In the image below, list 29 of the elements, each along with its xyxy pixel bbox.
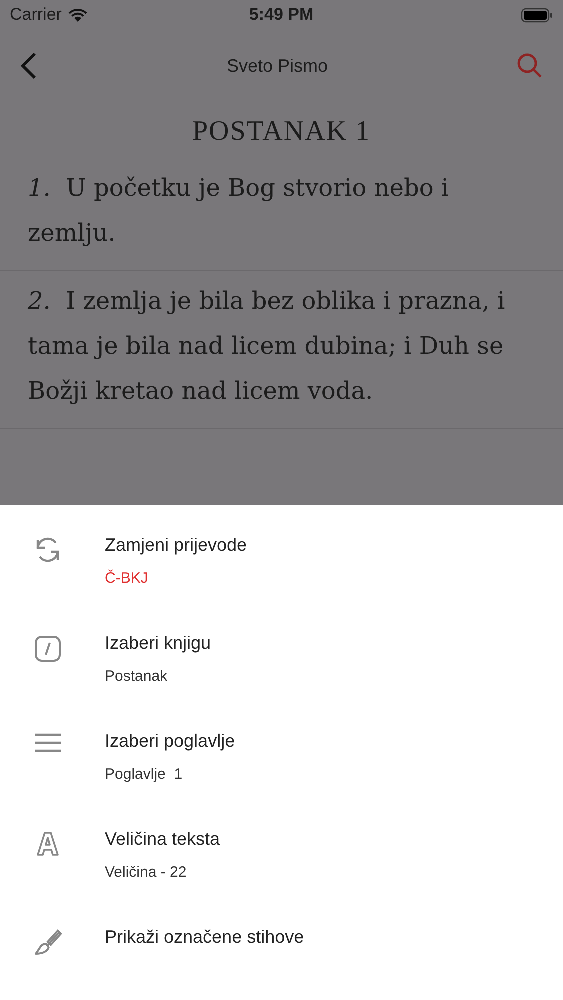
menu-item-title: Izaberi knjigu — [105, 633, 212, 654]
menu-lines-icon — [34, 733, 62, 753]
menu-item[interactable]: Veličina teksta Veličina - 22 — [0, 829, 563, 927]
letter-icon — [36, 831, 60, 857]
menu-item-subtitle: Postanak — [105, 668, 169, 685]
menu-item-title: Zamjeni prijevode — [105, 535, 248, 556]
search-icon — [516, 53, 543, 79]
verse-text: 2. I zemlja je bila bez oblika i prazna, i tama je bila nad licem dubina; i Duh se Božji kretao nad licem voda. — [28, 286, 506, 407]
carrier-label: Carrier — [10, 5, 62, 25]
menu-item-subtitle: Veličina - 22 — [105, 864, 188, 881]
wifi-icon — [68, 8, 88, 22]
back-icon — [20, 52, 38, 80]
menu-item-title: Izaberi poglavlje — [105, 731, 236, 752]
menu-item-subtitle: Poglavlje 1 — [105, 766, 184, 783]
menu-item[interactable]: Prikaži označene stihove — [0, 927, 563, 1000]
slash-square-icon — [34, 635, 62, 663]
back-button[interactable] — [20, 52, 38, 80]
verse-text: 1. U početku je Bog stvorio nebo i zemlju. — [28, 173, 450, 249]
battery-icon — [521, 8, 553, 22]
menu-item[interactable]: Izaberi poglavlje Poglavlje 1 — [0, 731, 563, 829]
menu-item[interactable]: Zamjeni prijevode Č-BKJ — [0, 535, 563, 633]
status-time: 5:49 PM — [249, 5, 314, 25]
menu-item-title: Veličina teksta — [105, 829, 220, 850]
menu-item-title: Prikaži označene stihove — [105, 927, 304, 948]
menu-item-subtitle: Č-BKJ — [105, 570, 150, 587]
menu-item[interactable]: Izaberi knjigu Postanak — [0, 633, 563, 731]
nav-title: Sveto Pismo — [226, 56, 328, 76]
brush-icon — [34, 929, 62, 957]
chapter-title: POSTANAK 1 — [191, 116, 372, 148]
